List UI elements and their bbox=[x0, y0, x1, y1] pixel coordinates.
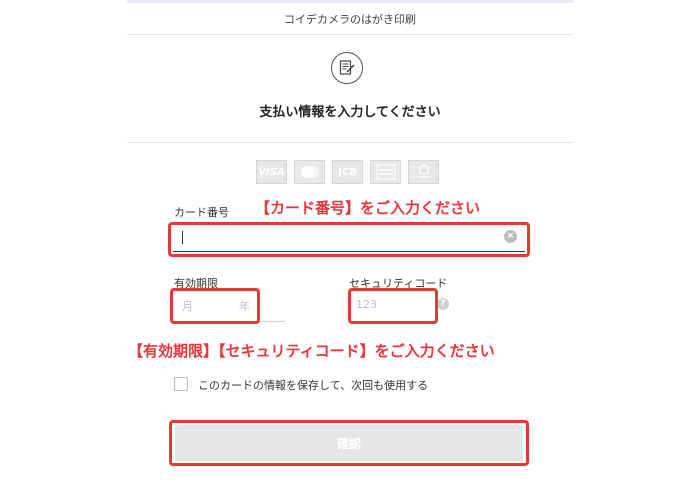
card-number-label: カード番号 bbox=[174, 206, 229, 219]
confirm-highlight bbox=[169, 420, 529, 466]
expiry-highlight bbox=[170, 288, 260, 324]
diners-logo bbox=[408, 160, 439, 184]
page-title: 支払い情報を入力してください bbox=[259, 105, 441, 120]
title-divider bbox=[127, 142, 573, 143]
store-name: コイデカメラのはがき印刷 bbox=[284, 13, 416, 26]
mastercard-logo bbox=[294, 160, 325, 184]
header-divider bbox=[127, 34, 573, 35]
card-number-annotation: 【カード番号】をご入力ください bbox=[255, 199, 481, 217]
visa-logo: VISA bbox=[256, 160, 287, 184]
security-code-highlight bbox=[348, 288, 438, 324]
amex-logo bbox=[370, 160, 401, 184]
jcb-logo: JCB bbox=[332, 160, 363, 184]
save-card-label: このカードの情報を保存して、次回も使用する bbox=[198, 379, 429, 392]
card-number-highlight bbox=[168, 222, 530, 257]
save-card-checkbox[interactable] bbox=[174, 377, 188, 391]
payment-document-icon bbox=[331, 52, 363, 84]
top-strip bbox=[127, 0, 573, 3]
expiry-security-annotation: 【有効期限】【セキュリティコード】をご入力ください bbox=[128, 342, 495, 360]
help-icon[interactable]: ? bbox=[437, 298, 449, 310]
